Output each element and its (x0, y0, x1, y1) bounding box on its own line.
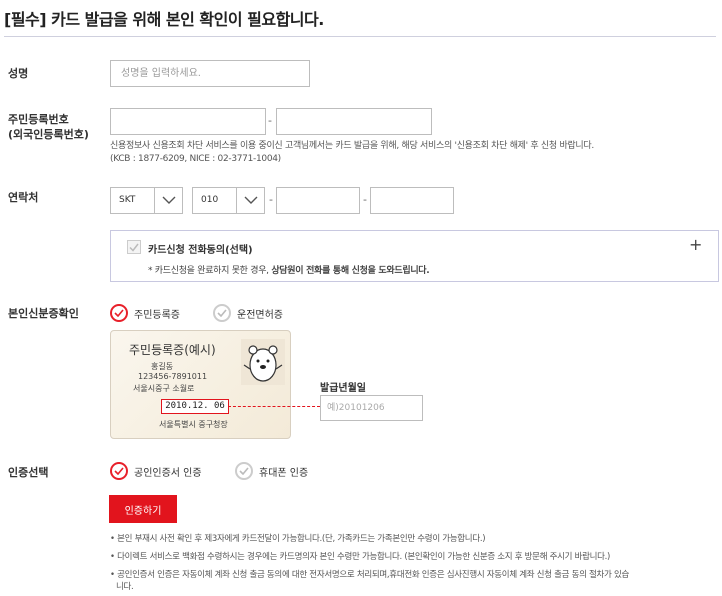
phone-separator: - (269, 193, 273, 206)
issue-date-input[interactable]: 예)20101206 (320, 395, 423, 421)
page-title: [필수] 카드 발급을 위해 본인 확인이 필요합니다. (4, 10, 324, 29)
phone-last-input[interactable] (370, 187, 454, 214)
chevron-down-icon (236, 188, 264, 213)
authenticate-button[interactable]: 인증하기 (109, 495, 177, 523)
expand-plus-icon[interactable]: + (689, 235, 702, 254)
phone-consent-box: 카드신청 전화동의(선택) + * 카드신청을 완료하지 못한 경우, 상담원이… (110, 230, 719, 282)
phone-middle-input[interactable] (276, 187, 360, 214)
credit-block-note: 신용정보사 신용조회 차단 서비스를 이용 중이신 고객님께서는 카드 발급을 … (110, 141, 594, 151)
id-option-label: 주민등록증 (134, 309, 180, 321)
card-issue-date: 2010.12. 06 (161, 399, 229, 414)
consent-title: 카드신청 전화동의(선택) (148, 245, 253, 256)
title-divider (4, 36, 716, 37)
note-text-continued: 니다. (116, 582, 134, 592)
auth-option-cert[interactable]: 공인인증서 인증 (110, 462, 202, 480)
note-text: 본인 부재시 사전 확인 후 제3자에게 카드전달이 가능합니다.(단, 가족카… (117, 534, 486, 544)
card-issuer: 서울특별시 중구청장 (159, 420, 228, 429)
auth-option-label: 공인인증서 인증 (134, 467, 202, 479)
consent-desc: * 카드신청을 완료하지 못한 경우, 상담원이 전화를 통해 신청을 도와드립… (148, 263, 430, 276)
consent-desc-text: * 카드신청을 완료하지 못한 경우, (148, 266, 272, 276)
radio-checked-icon (110, 304, 128, 322)
carrier-value: SKT (119, 195, 136, 205)
contact-label: 연락처 (8, 191, 39, 204)
id-verify-label: 본인신분증확인 (8, 307, 79, 320)
phone-prefix-select[interactable]: 010 (192, 187, 265, 214)
note-item: • 다이렉트 서비스로 백화점 수령하시는 경우에는 카드명의자 본인 수령만 … (110, 552, 611, 562)
radio-unchecked-icon (235, 462, 253, 480)
card-name: 홍길동 (151, 362, 174, 371)
name-input[interactable]: 성명을 입력하세요. (110, 60, 310, 87)
consent-desc-bold: 상담원이 전화를 통해 신청을 도와드립니다. (271, 266, 430, 276)
card-address: 서울시중구 소월로 (133, 384, 195, 393)
radio-unchecked-icon (213, 304, 231, 322)
note-item: • 공인인증서 인증은 자동이체 계좌 신청 출금 동의에 대한 전자서명으로 … (110, 570, 630, 580)
id-option-license[interactable]: 운전면허증 (213, 304, 283, 322)
chevron-down-icon (154, 188, 182, 213)
credit-bureau-contacts: (KCB : 1877-6209, NICE : 02-3771-1004) (110, 154, 281, 164)
sample-id-card: 주민등록증(예시) 홍길동 123456-7891011 서울시중구 소월로 2… (110, 330, 291, 439)
name-label: 성명 (8, 67, 29, 80)
rrn-separator: - (268, 114, 272, 127)
note-text: 공인인증서 인증은 자동이체 계좌 신청 출금 동의에 대한 전자서명으로 처리… (117, 570, 630, 580)
id-option-resident[interactable]: 주민등록증 (110, 304, 180, 322)
card-title: 주민등록증(예시) (129, 343, 216, 357)
id-option-label: 운전면허증 (237, 309, 283, 321)
consent-checkbox[interactable] (127, 240, 141, 254)
note-item: • 본인 부재시 사전 확인 후 제3자에게 카드전달이 가능합니다.(단, 가… (110, 534, 486, 544)
carrier-select[interactable]: SKT (110, 187, 183, 214)
check-icon (129, 243, 139, 252)
auth-option-phone[interactable]: 휴대폰 인증 (235, 462, 308, 480)
phone-separator: - (363, 193, 367, 206)
rrn-label-foreign: (외국인등록번호) (8, 128, 89, 141)
issue-date-connector (228, 406, 320, 407)
note-text: 다이렉트 서비스로 백화점 수령하시는 경우에는 카드명의자 본인 수령만 가능… (117, 552, 611, 562)
phone-prefix-value: 010 (201, 195, 219, 205)
rrn-front-input[interactable] (110, 108, 266, 135)
issue-date-label: 발급년월일 (320, 383, 366, 394)
rrn-back-input[interactable] (276, 108, 432, 135)
auth-option-label: 휴대폰 인증 (259, 467, 309, 479)
card-number: 123456-7891011 (138, 372, 208, 381)
character-photo-icon (241, 339, 285, 388)
auth-select-label: 인증선택 (8, 466, 49, 479)
radio-checked-icon (110, 462, 128, 480)
rrn-label: 주민등록번호 (8, 113, 69, 126)
